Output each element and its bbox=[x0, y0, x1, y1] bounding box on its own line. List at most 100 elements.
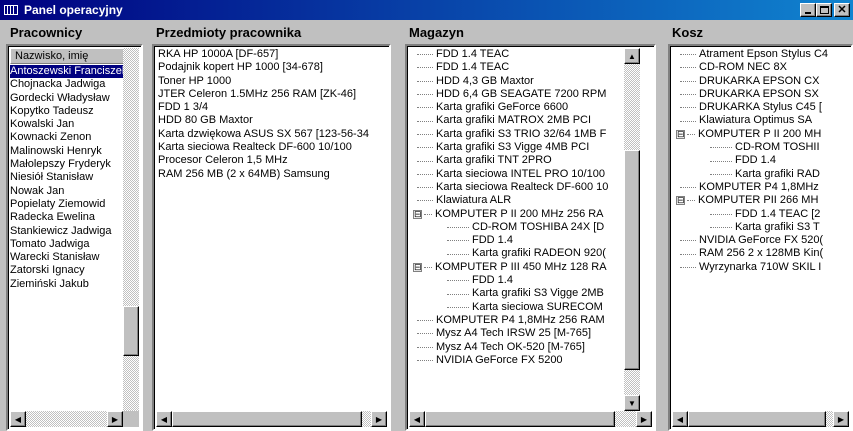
tree-item[interactable]: Klawiatura Optimus SA bbox=[676, 114, 849, 127]
scroll-right-button[interactable]: ▶ bbox=[833, 411, 849, 427]
tree-item[interactable]: Karta grafiki RADEON 920( bbox=[413, 247, 632, 260]
tree-item[interactable]: Karta grafiki S3 TRIO 32/64 1MB F bbox=[413, 128, 632, 141]
tree-item[interactable]: Klawiatura ALR bbox=[413, 194, 632, 207]
list-item[interactable]: Toner HP 1000 bbox=[156, 75, 387, 88]
tree-item[interactable]: Atrament Epson Stylus C4 bbox=[676, 48, 849, 61]
tree-item[interactable]: Mysz A4 Tech OK-520 [M-765] bbox=[413, 341, 632, 354]
list-item[interactable]: Karta dzwiękowa ASUS SX 567 [123-56-34 bbox=[156, 128, 387, 141]
tree-item[interactable]: CD-ROM NEC 8X bbox=[676, 61, 849, 74]
tree-item[interactable]: Karta grafiki GeForce 6600 bbox=[413, 101, 632, 114]
tree-item[interactable]: Karta sieciowa Realteck DF-600 10 bbox=[413, 181, 632, 194]
list-item[interactable]: Chojnacka Jadwiga bbox=[10, 78, 123, 91]
tree-item[interactable]: Karta grafiki TNT 2PRO bbox=[413, 154, 632, 167]
close-button[interactable]: ✕ bbox=[834, 3, 850, 17]
list-item[interactable]: RKA HP 1000A [DF-657] bbox=[156, 48, 387, 61]
column-header-nazwisko[interactable]: Nazwisko, imię bbox=[10, 48, 123, 64]
list-item[interactable]: Podajnik kopert HP 1000 [34-678] bbox=[156, 61, 387, 74]
tree-item[interactable]: DRUKARKA EPSON CX bbox=[676, 75, 849, 88]
tree-item[interactable]: FDD 1.4 bbox=[413, 274, 632, 287]
przedmioty-hscroll[interactable]: ◀ ▶ bbox=[156, 411, 387, 427]
maximize-button[interactable] bbox=[816, 3, 832, 17]
tree-item[interactable]: DRUKARKA Stylus C45 [ bbox=[676, 101, 849, 114]
list-item[interactable]: Tomato Jadwiga bbox=[10, 238, 123, 251]
scroll-left-button[interactable]: ◀ bbox=[10, 411, 26, 427]
tree-item[interactable]: ⊟ KOMPUTER PII 266 MH bbox=[676, 194, 849, 207]
kosz-hscroll[interactable]: ◀ ▶ bbox=[672, 411, 849, 427]
tree-item[interactable]: NVIDIA GeForce FX 520( bbox=[676, 234, 849, 247]
pracownicy-vscroll[interactable] bbox=[123, 48, 139, 411]
tree-item[interactable]: FDD 1.4 bbox=[413, 234, 632, 247]
tree-item[interactable]: Karta grafiki S3 Vigge 4MB PCI bbox=[413, 141, 632, 154]
list-item[interactable]: Kownacki Zenon bbox=[10, 131, 123, 144]
tree-item[interactable]: Karta grafiki S3 Vigge 2MB bbox=[413, 287, 632, 300]
tree-item[interactable]: ⊟ KOMPUTER P II 200 MHz 256 RA bbox=[413, 208, 632, 221]
tree-item[interactable]: CD-ROM TOSHIBA 24X [D bbox=[413, 221, 632, 234]
list-item[interactable]: Ziemiński Jakub bbox=[10, 278, 123, 291]
scroll-right-button[interactable]: ▶ bbox=[371, 411, 387, 427]
pracownicy-list[interactable]: Nazwisko, imię Antoszewski Franciszek Cho… bbox=[6, 44, 143, 431]
magazyn-hscroll-thumb[interactable] bbox=[425, 411, 615, 427]
list-item[interactable]: Kowalski Jan bbox=[10, 118, 123, 131]
list-item[interactable]: Malinowski Henryk bbox=[10, 145, 123, 158]
tree-item[interactable]: RAM 256 2 x 128MB Kin( bbox=[676, 247, 849, 260]
tree-item[interactable]: DRUKARKA EPSON SX bbox=[676, 88, 849, 101]
tree-item[interactable]: Karta grafiki S3 T bbox=[676, 221, 849, 234]
tree-item[interactable]: CD-ROM TOSHII bbox=[676, 141, 849, 154]
kosz-hscroll-thumb[interactable] bbox=[688, 411, 826, 427]
magazyn-tree[interactable]: FDD 1.4 TEAC FDD 1.4 TEAC HDD 4,3 GB Maxto… bbox=[405, 44, 656, 431]
collapse-icon[interactable]: ⊟ bbox=[676, 129, 685, 139]
scroll-up-button[interactable]: ▲ bbox=[624, 48, 640, 64]
tree-item[interactable]: Wyrzynarka 710W SKIL I bbox=[676, 261, 849, 274]
list-item[interactable]: Nowak Jan bbox=[10, 185, 123, 198]
list-item[interactable]: Karta sieciowa Realteck DF-600 10/100 bbox=[156, 141, 387, 154]
tree-item[interactable]: FDD 1.4 bbox=[676, 154, 849, 167]
list-item[interactable]: JTER Celeron 1.5MHz 256 RAM [ZK-46] bbox=[156, 88, 387, 101]
minimize-button[interactable] bbox=[800, 3, 816, 17]
scroll-down-button[interactable]: ▼ bbox=[624, 395, 640, 411]
list-item[interactable]: Procesor Celeron 1,5 MHz bbox=[156, 154, 387, 167]
list-item[interactable]: Stankiewicz Jadwiga bbox=[10, 225, 123, 238]
scroll-right-button[interactable]: ▶ bbox=[107, 411, 123, 427]
magazyn-vscroll[interactable]: ▲ ▼ bbox=[624, 48, 640, 411]
tree-item[interactable]: Karta grafiki MATROX 2MB PCI bbox=[413, 114, 632, 127]
tree-item[interactable]: KOMPUTER P4 1,8MHz 256 RAM bbox=[413, 314, 632, 327]
list-item[interactable]: Antoszewski Franciszek bbox=[10, 65, 123, 79]
tree-item[interactable]: FDD 1.4 TEAC bbox=[413, 48, 632, 61]
tree-item[interactable]: FDD 1.4 TEAC bbox=[413, 61, 632, 74]
tree-item[interactable]: HDD 6,4 GB SEAGATE 7200 RPM bbox=[413, 88, 632, 101]
tree-item[interactable]: FDD 1.4 TEAC [2 bbox=[676, 208, 849, 221]
tree-item[interactable]: KOMPUTER P4 1,8MHz bbox=[676, 181, 849, 194]
collapse-icon[interactable]: ⊟ bbox=[413, 209, 422, 219]
kosz-tree[interactable]: Atrament Epson Stylus C4 CD-ROM NEC 8X DRU… bbox=[668, 44, 853, 431]
tree-item[interactable]: NVIDIA GeForce FX 5200 bbox=[413, 354, 632, 367]
list-item[interactable]: Zatorski Ignacy bbox=[10, 264, 123, 277]
list-item[interactable]: RAM 256 MB (2 x 64MB) Samsung bbox=[156, 168, 387, 181]
list-item[interactable]: Małolepszy Fryderyk bbox=[10, 158, 123, 171]
tree-item[interactable]: Karta grafiki RAD bbox=[676, 168, 849, 181]
list-item[interactable]: Warecki Stanisław bbox=[10, 251, 123, 264]
przedmioty-list[interactable]: RKA HP 1000A [DF-657] Podajnik kopert HP … bbox=[152, 44, 391, 431]
pracownicy-hscroll[interactable]: ◀ ▶ bbox=[10, 411, 123, 427]
list-item[interactable]: Popielaty Ziemowid bbox=[10, 198, 123, 211]
magazyn-hscroll[interactable]: ◀ ▶ bbox=[409, 411, 652, 427]
tree-item[interactable]: ⊟ KOMPUTER P III 450 MHz 128 RA bbox=[413, 261, 632, 274]
tree-item[interactable]: HDD 4,3 GB Maxtor bbox=[413, 75, 632, 88]
list-item[interactable]: Kopytko Tadeusz bbox=[10, 105, 123, 118]
scroll-left-button[interactable]: ◀ bbox=[156, 411, 172, 427]
przedmioty-hscroll-thumb[interactable] bbox=[172, 411, 362, 427]
tree-item[interactable]: Karta sieciowa INTEL PRO 10/100 bbox=[413, 168, 632, 181]
collapse-icon[interactable]: ⊟ bbox=[676, 196, 685, 206]
window-titlebar[interactable]: Panel operacyjny ✕ bbox=[0, 0, 853, 20]
tree-item[interactable]: ⊟ KOMPUTER P II 200 MH bbox=[676, 128, 849, 141]
collapse-icon[interactable]: ⊟ bbox=[413, 262, 422, 272]
tree-item[interactable]: Karta sieciowa SURECOM bbox=[413, 301, 632, 314]
list-item[interactable]: Gordecki Władysław bbox=[10, 92, 123, 105]
scroll-left-button[interactable]: ◀ bbox=[672, 411, 688, 427]
list-item[interactable]: FDD 1 3/4 bbox=[156, 101, 387, 114]
tree-item[interactable]: Mysz A4 Tech IRSW 25 [M-765] bbox=[413, 327, 632, 340]
list-item[interactable]: Niesiół Stanisław bbox=[10, 171, 123, 184]
scroll-left-button[interactable]: ◀ bbox=[409, 411, 425, 427]
magazyn-vscroll-thumb[interactable] bbox=[624, 150, 640, 370]
list-item[interactable]: HDD 80 GB Maxtor bbox=[156, 114, 387, 127]
scroll-right-button[interactable]: ▶ bbox=[636, 411, 652, 427]
